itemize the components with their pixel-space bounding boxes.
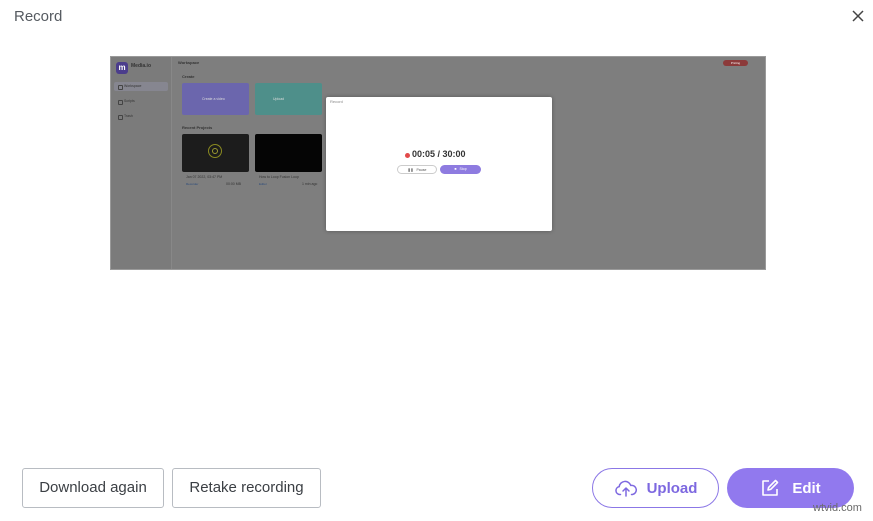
recent-title-1: Jan 07 2022, 03:47 PM (186, 175, 223, 179)
recording-dot-icon (405, 153, 410, 158)
create-section-title: Create (182, 74, 195, 79)
pause-pill: ❚❚ Pause (397, 165, 437, 174)
preview-sidebar: m Media.io Workspace Scripts Trash (111, 57, 172, 269)
nav-item-trash: Trash (114, 112, 168, 121)
edit-icon (762, 479, 779, 496)
stop-label: Stop (459, 167, 467, 171)
record-modal-title: Record (330, 99, 343, 104)
create-video-card: Create a video (182, 83, 249, 115)
pause-icon: ❚❚ (407, 168, 414, 172)
upload-label: Upload (646, 479, 698, 497)
recent-thumb-1 (182, 134, 249, 172)
recent-size-2: 1 min ago (302, 182, 318, 186)
workspace-title: Workspace (178, 60, 200, 65)
record-modal: Record 00:05 / 30:00 ❚❚ Pause ■ Stop (326, 97, 552, 231)
app-logo: m (116, 62, 128, 74)
close-button[interactable] (848, 6, 868, 26)
watermark: wtvid.com (813, 502, 862, 514)
recent-tag-1: Recorder (186, 182, 199, 186)
recent-size-1: 00:00 MB (226, 182, 241, 186)
upload-button[interactable]: Upload (592, 468, 719, 508)
close-icon[interactable] (848, 6, 868, 26)
nav-item-workspace: Workspace (114, 82, 168, 91)
stop-icon: ■ (454, 167, 457, 171)
retake-recording-button[interactable]: Retake recording (172, 468, 321, 508)
recent-title-2: How to Loop Fusion Loop (259, 175, 299, 179)
download-again-button[interactable]: Download again (22, 468, 164, 508)
cloud-upload-icon (614, 480, 637, 497)
upload-card-label: Upload (273, 97, 285, 101)
stop-pill: ■ Stop (440, 165, 481, 174)
recent-tag-2: Editor (259, 182, 267, 186)
app-brand: Media.io (131, 63, 152, 69)
recent-thumb-2 (255, 134, 322, 172)
recording-preview: m Media.io Workspace Scripts Trash Works… (110, 56, 766, 270)
nav-item-scripts: Scripts (114, 97, 168, 106)
upload-card: Upload (255, 83, 322, 115)
dialog-title: Record (14, 8, 63, 25)
edit-label: Edit (792, 479, 821, 497)
recent-section-title: Recent Projects (182, 125, 213, 130)
target-center-icon (212, 148, 218, 154)
create-video-label: Create a video (202, 97, 225, 101)
pricing-badge: Pricing (723, 60, 748, 66)
pause-label: Pause (416, 168, 427, 172)
recording-timer: 00:05 / 30:00 (412, 149, 466, 159)
